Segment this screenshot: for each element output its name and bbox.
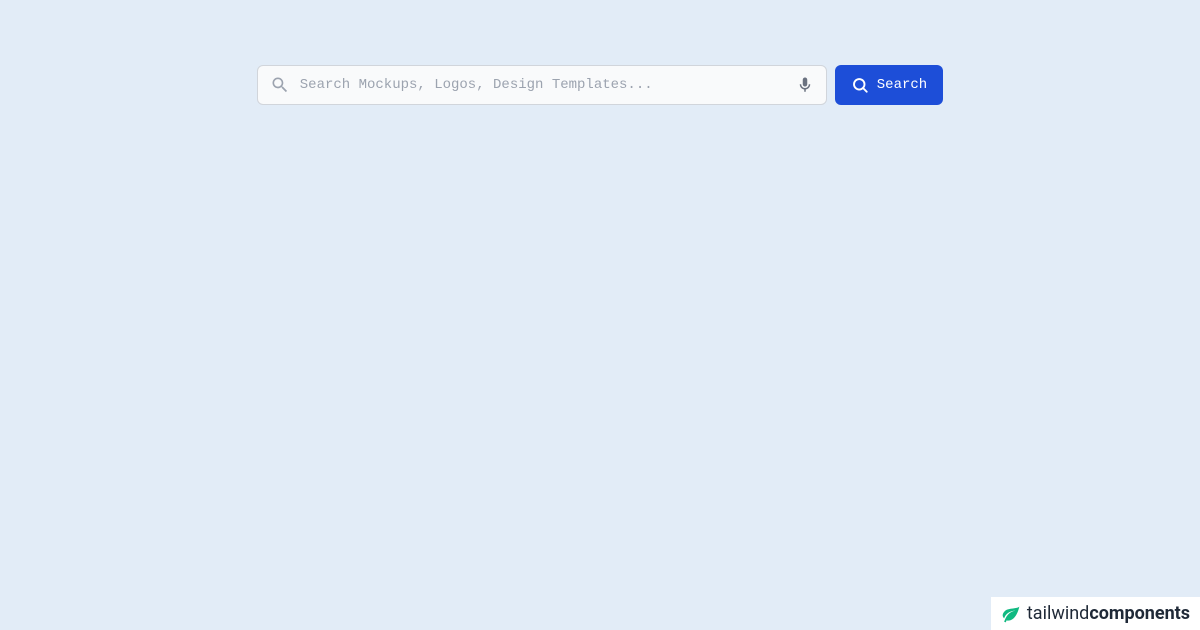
search-icon [270,75,290,95]
microphone-icon[interactable] [796,76,814,94]
brand-text-bold: components [1089,603,1190,624]
search-button[interactable]: Search [835,65,943,105]
brand-text-light: tailwind [1027,603,1089,624]
brand-text: tailwindcomponents [1027,603,1190,624]
search-icon [851,76,869,94]
search-box [257,65,827,105]
footer-brand-logo: tailwindcomponents [991,597,1200,630]
search-button-label: Search [877,77,927,93]
search-container: Search [0,0,1200,105]
leaf-icon [1001,604,1021,624]
search-input[interactable] [290,77,796,93]
